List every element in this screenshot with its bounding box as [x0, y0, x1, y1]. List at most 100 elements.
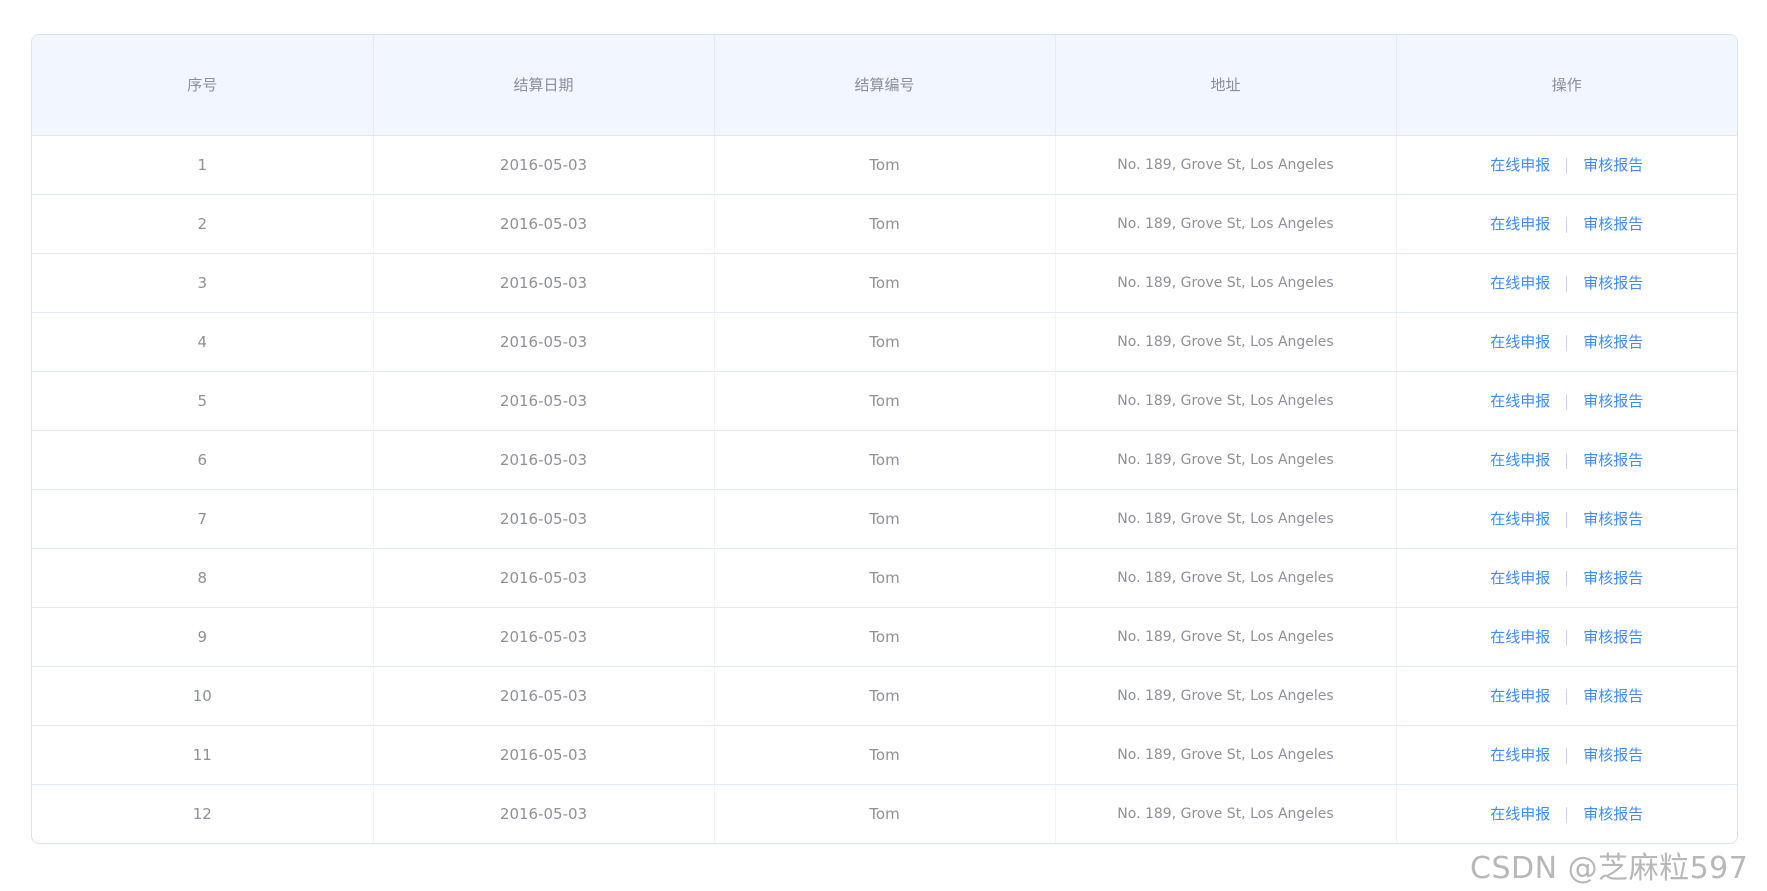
- cell-actions: 在线申报 审核报告: [1396, 253, 1737, 313]
- cell-name: Tom: [714, 489, 1056, 549]
- cell-actions: 在线申报 审核报告: [1396, 194, 1737, 254]
- table-row[interactable]: 3 2016-05-03 Tom No. 189, Grove St, Los Ang…: [32, 253, 1737, 313]
- cell-address: No. 189, Grove St, Los Angeles: [1055, 430, 1397, 490]
- cell-date: 2016-05-03: [373, 371, 715, 431]
- review-report-link[interactable]: 审核报告: [1583, 392, 1643, 410]
- cell-address: No. 189, Grove St, Los Angeles: [1055, 371, 1397, 431]
- action-divider: [1566, 216, 1568, 233]
- review-report-link[interactable]: 审核报告: [1583, 746, 1643, 764]
- online-declare-link[interactable]: 在线申报: [1490, 510, 1550, 528]
- cell-name: Tom: [714, 725, 1056, 785]
- cell-address: No. 189, Grove St, Los Angeles: [1055, 784, 1397, 843]
- cell-index: 7: [32, 489, 374, 549]
- column-header-date[interactable]: 结算日期: [373, 35, 715, 136]
- cell-name: Tom: [714, 194, 1056, 254]
- online-declare-link[interactable]: 在线申报: [1490, 451, 1550, 469]
- table-row[interactable]: 5 2016-05-03 Tom No. 189, Grove St, Los Ang…: [32, 371, 1737, 431]
- table-row[interactable]: 12 2016-05-03 Tom No. 189, Grove St, Los An…: [32, 784, 1737, 843]
- cell-address: No. 189, Grove St, Los Angeles: [1055, 312, 1397, 372]
- page: 序号 结算日期 结算编号 地址 操作 1 2016-05-03 Tom No. 189…: [0, 0, 1767, 891]
- data-table: 序号 结算日期 结算编号 地址 操作 1 2016-05-03 Tom No. 189…: [32, 35, 1737, 843]
- cell-name: Tom: [714, 548, 1056, 608]
- cell-actions: 在线申报 审核报告: [1396, 548, 1737, 608]
- review-report-link[interactable]: 审核报告: [1583, 805, 1643, 823]
- cell-date: 2016-05-03: [373, 666, 715, 726]
- cell-actions: 在线申报 审核报告: [1396, 430, 1737, 490]
- cell-index: 11: [32, 725, 374, 785]
- cell-date: 2016-05-03: [373, 607, 715, 667]
- online-declare-link[interactable]: 在线申报: [1490, 392, 1550, 410]
- online-declare-link[interactable]: 在线申报: [1490, 687, 1550, 705]
- review-report-link[interactable]: 审核报告: [1583, 274, 1643, 292]
- online-declare-link[interactable]: 在线申报: [1490, 746, 1550, 764]
- cell-address: No. 189, Grove St, Los Angeles: [1055, 253, 1397, 313]
- column-header-index[interactable]: 序号: [32, 35, 374, 136]
- table-row[interactable]: 1 2016-05-03 Tom No. 189, Grove St, Los Ang…: [32, 135, 1737, 195]
- cell-index: 10: [32, 666, 374, 726]
- table-row[interactable]: 9 2016-05-03 Tom No. 189, Grove St, Los Ang…: [32, 607, 1737, 667]
- column-header-address[interactable]: 地址: [1055, 35, 1397, 136]
- cell-actions: 在线申报 审核报告: [1396, 371, 1737, 431]
- cell-name: Tom: [714, 666, 1056, 726]
- cell-date: 2016-05-03: [373, 725, 715, 785]
- table-row[interactable]: 11 2016-05-03 Tom No. 189, Grove St, Los An…: [32, 725, 1737, 785]
- cell-date: 2016-05-03: [373, 784, 715, 843]
- data-table-container: 序号 结算日期 结算编号 地址 操作 1 2016-05-03 Tom No. 189…: [31, 34, 1738, 844]
- cell-actions: 在线申报 审核报告: [1396, 725, 1737, 785]
- column-header-actions[interactable]: 操作: [1396, 35, 1737, 136]
- watermark: CSDN @芝麻粒597: [1470, 851, 1749, 886]
- table-row[interactable]: 6 2016-05-03 Tom No. 189, Grove St, Los Ang…: [32, 430, 1737, 490]
- cell-index: 5: [32, 371, 374, 431]
- cell-date: 2016-05-03: [373, 430, 715, 490]
- cell-date: 2016-05-03: [373, 312, 715, 372]
- table-row[interactable]: 8 2016-05-03 Tom No. 189, Grove St, Los Ang…: [32, 548, 1737, 608]
- review-report-link[interactable]: 审核报告: [1583, 156, 1643, 174]
- cell-address: No. 189, Grove St, Los Angeles: [1055, 607, 1397, 667]
- review-report-link[interactable]: 审核报告: [1583, 569, 1643, 587]
- action-divider: [1566, 275, 1568, 292]
- cell-index: 9: [32, 607, 374, 667]
- cell-index: 3: [32, 253, 374, 313]
- review-report-link[interactable]: 审核报告: [1583, 687, 1643, 705]
- table-row[interactable]: 10 2016-05-03 Tom No. 189, Grove St, Los An…: [32, 666, 1737, 726]
- online-declare-link[interactable]: 在线申报: [1490, 215, 1550, 233]
- review-report-link[interactable]: 审核报告: [1583, 510, 1643, 528]
- table-body: 1 2016-05-03 Tom No. 189, Grove St, Los Ang…: [32, 135, 1737, 843]
- cell-actions: 在线申报 审核报告: [1396, 666, 1737, 726]
- table-header: 序号 结算日期 结算编号 地址 操作: [32, 35, 1737, 136]
- cell-name: Tom: [714, 430, 1056, 490]
- review-report-link[interactable]: 审核报告: [1583, 215, 1643, 233]
- action-divider: [1566, 688, 1568, 705]
- cell-date: 2016-05-03: [373, 253, 715, 313]
- cell-actions: 在线申报 审核报告: [1396, 135, 1737, 195]
- action-divider: [1566, 629, 1568, 646]
- column-header-code[interactable]: 结算编号: [714, 35, 1056, 136]
- cell-name: Tom: [714, 253, 1056, 313]
- action-divider: [1566, 452, 1568, 469]
- review-report-link[interactable]: 审核报告: [1583, 451, 1643, 469]
- online-declare-link[interactable]: 在线申报: [1490, 805, 1550, 823]
- cell-index: 1: [32, 135, 374, 195]
- cell-date: 2016-05-03: [373, 548, 715, 608]
- action-divider: [1566, 570, 1568, 587]
- table-row[interactable]: 4 2016-05-03 Tom No. 189, Grove St, Los Ang…: [32, 312, 1737, 372]
- cell-name: Tom: [714, 371, 1056, 431]
- cell-address: No. 189, Grove St, Los Angeles: [1055, 489, 1397, 549]
- cell-name: Tom: [714, 312, 1056, 372]
- table-row[interactable]: 2 2016-05-03 Tom No. 189, Grove St, Los Ang…: [32, 194, 1737, 254]
- cell-actions: 在线申报 审核报告: [1396, 489, 1737, 549]
- cell-actions: 在线申报 审核报告: [1396, 784, 1737, 843]
- review-report-link[interactable]: 审核报告: [1583, 628, 1643, 646]
- cell-index: 2: [32, 194, 374, 254]
- online-declare-link[interactable]: 在线申报: [1490, 569, 1550, 587]
- review-report-link[interactable]: 审核报告: [1583, 333, 1643, 351]
- action-divider: [1566, 393, 1568, 410]
- online-declare-link[interactable]: 在线申报: [1490, 156, 1550, 174]
- online-declare-link[interactable]: 在线申报: [1490, 274, 1550, 292]
- table-row[interactable]: 7 2016-05-03 Tom No. 189, Grove St, Los Ang…: [32, 489, 1737, 549]
- online-declare-link[interactable]: 在线申报: [1490, 628, 1550, 646]
- action-divider: [1566, 747, 1568, 764]
- cell-name: Tom: [714, 607, 1056, 667]
- online-declare-link[interactable]: 在线申报: [1490, 333, 1550, 351]
- cell-index: 12: [32, 784, 374, 843]
